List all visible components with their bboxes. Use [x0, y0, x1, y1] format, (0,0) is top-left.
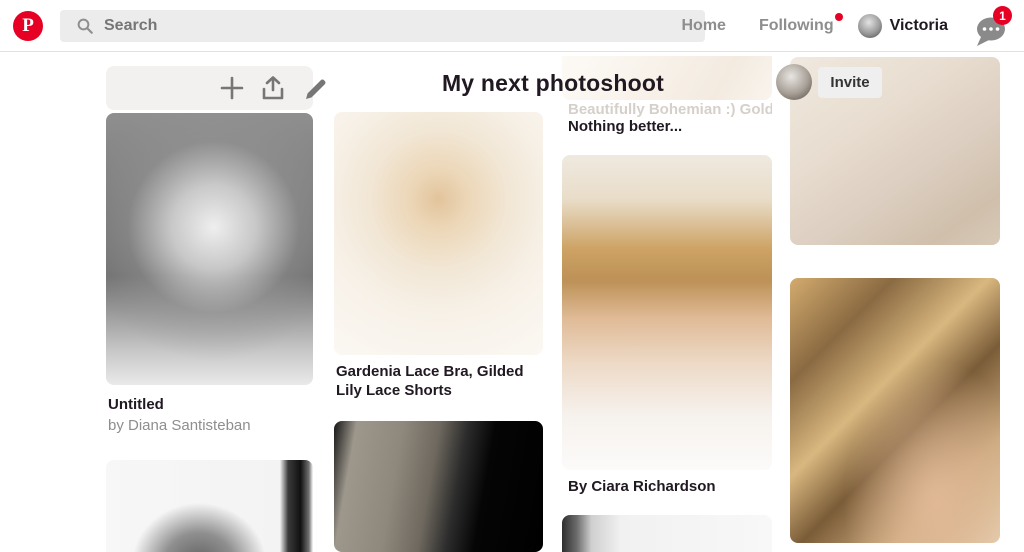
- pin-image-lying-bw[interactable]: [562, 515, 772, 552]
- messages-badge: 1: [993, 6, 1012, 25]
- nav-right-cluster: Home Following Victoria 1: [681, 0, 1012, 52]
- search-bar[interactable]: [60, 10, 705, 42]
- pin-image-untitled[interactable]: [106, 113, 313, 385]
- pinterest-board-page: P Home Following Victoria: [0, 0, 1024, 552]
- pin-byline: by Diana Santisteban: [108, 417, 311, 435]
- pin-title[interactable]: Untitled: [108, 395, 311, 414]
- pin-title-overlay: Beautifully Bohemian :) Golden ☼: [568, 101, 772, 118]
- pin-image-gardenia[interactable]: [334, 112, 543, 355]
- pin-image-ciara[interactable]: [562, 155, 772, 470]
- pinterest-logo-icon[interactable]: P: [13, 11, 43, 41]
- pin-title[interactable]: By Ciara Richardson: [568, 477, 772, 496]
- pin-image-hooded-bw[interactable]: [334, 421, 543, 552]
- nav-following-link[interactable]: Following: [759, 17, 834, 35]
- collaborator-avatar[interactable]: [776, 64, 812, 100]
- messages-button[interactable]: 1: [970, 5, 1012, 47]
- nav-following-label: Following: [759, 17, 834, 34]
- following-notification-dot: [835, 13, 843, 21]
- pin-image-blonde-profile[interactable]: [790, 278, 1000, 543]
- user-name: Victoria: [890, 17, 948, 35]
- search-input[interactable]: [104, 17, 664, 35]
- user-avatar: [858, 14, 882, 38]
- user-profile-chip[interactable]: Victoria: [858, 14, 948, 38]
- pin-title[interactable]: Nothing better...: [568, 117, 772, 136]
- search-icon: [76, 17, 94, 35]
- invite-button[interactable]: Invite: [818, 67, 882, 98]
- pin-title[interactable]: Gardenia Lace Bra, Gilded Lily Lace Shor…: [336, 362, 541, 400]
- top-nav-bar: P Home Following Victoria: [0, 0, 1024, 52]
- pin-image-portrait-bw[interactable]: [106, 460, 313, 552]
- nav-home-link[interactable]: Home: [681, 17, 725, 35]
